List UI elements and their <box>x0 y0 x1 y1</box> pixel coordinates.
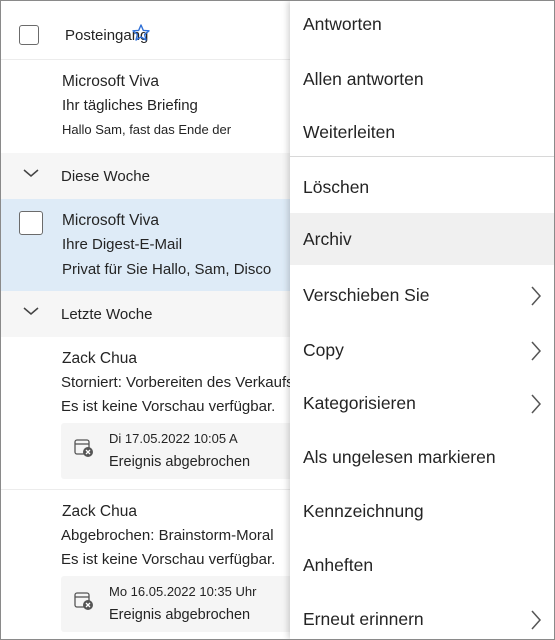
chevron-right-icon <box>530 393 542 415</box>
chevron-right-icon <box>530 609 542 631</box>
menu-item-archive[interactable]: Archiv <box>290 213 554 265</box>
mail-preview: Es ist keine Vorschau verfügbar. <box>61 551 276 568</box>
menu-item-reply[interactable]: Antworten <box>290 1 554 51</box>
mail-subject: Ihr tägliches Briefing <box>62 97 198 114</box>
mail-preview: Hallo Sam, fast das Ende der <box>62 122 232 137</box>
menu-item-label: Kennzeichnung <box>303 501 424 521</box>
menu-item-move[interactable]: Verschieben Sie <box>290 271 554 321</box>
menu-item-snooze[interactable]: Erneut erinnern <box>290 595 554 639</box>
group-label: Diese Woche <box>61 168 150 185</box>
mail-sender: Zack Chua <box>62 350 137 367</box>
calendar-cancel-icon <box>73 437 93 459</box>
mail-item[interactable]: Zack Chua Abgebrochen: Brainstorm-Moral … <box>1 490 301 639</box>
mail-preview: Privat für Sie Hallo, Sam, Disco <box>62 261 272 278</box>
calendar-cancel-icon <box>73 590 93 612</box>
mail-item[interactable]: Zack Chua Storniert: Vorbereiten des Ver… <box>1 337 346 489</box>
mail-window: Posteingang Microsoft Viva Ihr tägliches… <box>0 0 555 640</box>
event-status: Ereignis abgebrochen <box>109 454 251 470</box>
menu-item-label: Verschieben Sie <box>303 285 430 305</box>
menu-item-delete[interactable]: Löschen <box>290 163 554 213</box>
group-header-last-week[interactable]: Letzte Woche <box>1 291 301 337</box>
mail-checkbox[interactable] <box>19 211 43 235</box>
mail-item[interactable]: Microsoft Viva Ihr tägliches Briefing Ha… <box>1 59 301 153</box>
mail-preview: Es ist keine Vorschau verfügbar. <box>61 398 276 415</box>
mail-sender: Microsoft Viva <box>62 212 160 229</box>
menu-item-label: Archiv <box>303 229 352 249</box>
menu-item-label: Antworten <box>303 14 382 34</box>
mail-sender: Microsoft Viva <box>62 73 160 90</box>
event-status: Ereignis abgebrochen <box>109 607 251 623</box>
event-card[interactable]: Di 17.05.2022 10:05 A Ereignis abgebroch… <box>61 423 301 479</box>
menu-item-reply-all[interactable]: Allen antworten <box>290 55 554 105</box>
mail-item-selected[interactable]: Microsoft Viva Ihre Digest-E-Mail Privat… <box>1 199 301 291</box>
menu-item-flag[interactable]: Kennzeichnung <box>290 487 554 537</box>
menu-item-mark-unread[interactable]: Als ungelesen markieren <box>290 433 554 483</box>
chevron-down-icon[interactable] <box>22 167 40 182</box>
chevron-right-icon <box>530 340 542 362</box>
menu-item-pin[interactable]: Anheften <box>290 541 554 591</box>
menu-item-label: Kategorisieren <box>303 393 416 413</box>
event-date: Mo 16.05.2022 10:35 Uhr <box>109 584 257 599</box>
menu-item-label: Allen antworten <box>303 69 424 89</box>
menu-item-label: Weiterleiten <box>303 122 396 142</box>
mail-sender: Zack Chua <box>62 503 137 520</box>
event-card[interactable]: Mo 16.05.2022 10:35 Uhr Ereignis abgebro… <box>61 576 301 632</box>
mail-subject: Ihre Digest-E-Mail <box>62 236 183 253</box>
menu-item-label: Erneut erinnern <box>303 609 424 629</box>
list-header: Posteingang <box>1 1 301 60</box>
chevron-right-icon <box>530 285 542 307</box>
menu-item-label: Copy <box>303 340 344 360</box>
menu-item-label: Anheften <box>303 555 374 575</box>
menu-item-label: Als ungelesen markieren <box>303 447 496 467</box>
menu-item-forward[interactable]: Weiterleiten <box>290 108 554 158</box>
event-date: Di 17.05.2022 10:05 A <box>109 431 238 446</box>
group-header-this-week[interactable]: Diese Woche <box>1 153 301 199</box>
context-menu: Antworten Allen antworten Weiterleiten L… <box>290 1 554 639</box>
select-all-checkbox[interactable] <box>19 25 39 45</box>
menu-item-copy[interactable]: Copy <box>290 326 554 376</box>
star-icon[interactable] <box>131 23 151 47</box>
menu-separator <box>290 156 554 157</box>
mail-subject: Abgebrochen: Brainstorm-Moral <box>61 527 274 544</box>
menu-item-categorize[interactable]: Kategorisieren <box>290 379 554 429</box>
chevron-down-icon[interactable] <box>22 305 40 320</box>
message-list: Posteingang Microsoft Viva Ihr tägliches… <box>1 1 346 639</box>
group-label: Letzte Woche <box>61 306 153 323</box>
menu-item-label: Löschen <box>303 177 370 197</box>
